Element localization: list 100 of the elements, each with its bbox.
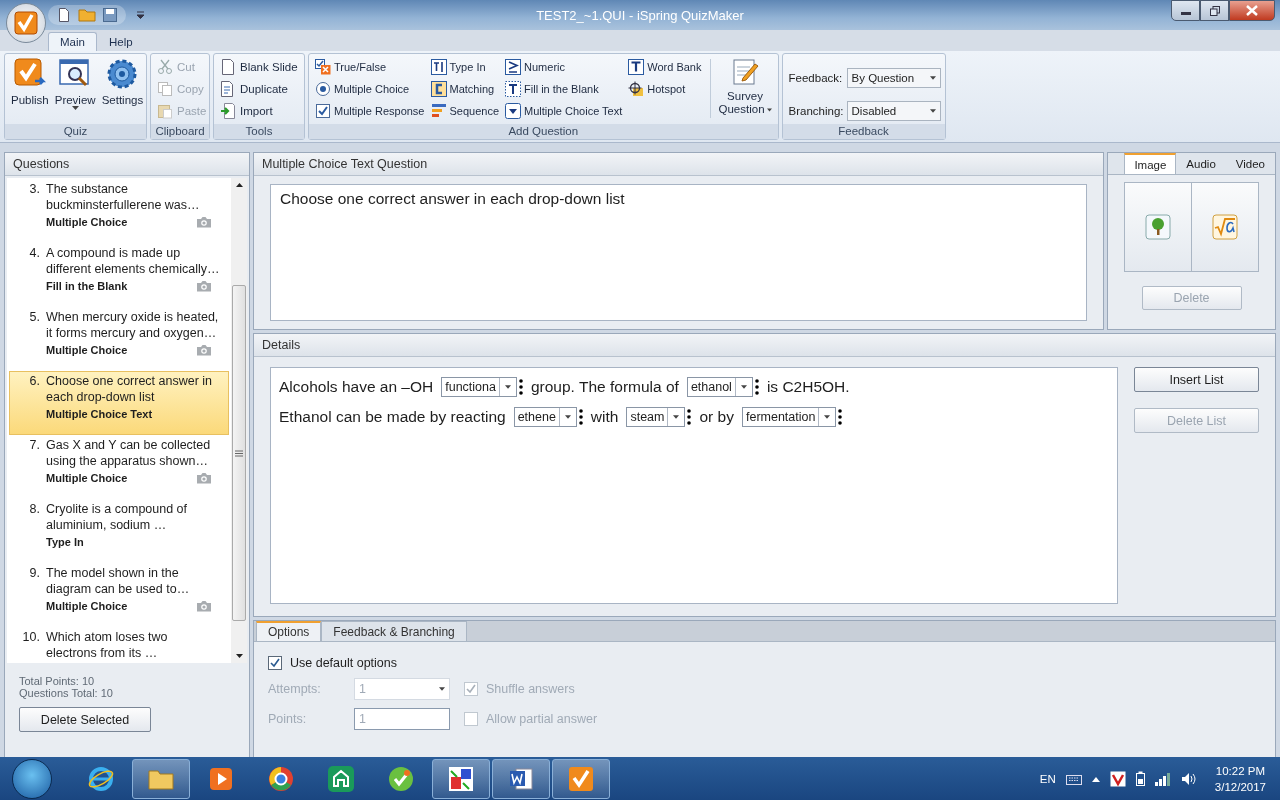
question-text-field[interactable]: Choose one correct answer in each drop-down list <box>270 184 1087 321</box>
question-list-item[interactable]: 10. Which atom loses two electrons from its … <box>9 627 229 662</box>
drag-handle-icon[interactable] <box>518 378 523 396</box>
ribbon-button[interactable]: Multiple Choice Text <box>503 101 625 120</box>
insert-list-button[interactable]: Insert List <box>1134 367 1259 392</box>
ribbon-button[interactable]: Publish <box>9 57 51 124</box>
caret-down-icon[interactable] <box>740 385 747 389</box>
restore-button[interactable] <box>1200 0 1229 21</box>
start-button[interactable] <box>12 758 52 799</box>
caret-down-icon[interactable] <box>71 106 79 110</box>
minimize-button[interactable] <box>1171 0 1200 21</box>
taskbar-icon[interactable] <box>552 758 610 799</box>
ribbon-button[interactable]: True/False <box>313 57 427 76</box>
caret-down-icon[interactable] <box>504 385 511 389</box>
scroll-down-icon[interactable] <box>235 654 243 658</box>
caret-down-icon[interactable] <box>929 109 936 114</box>
question-list-item[interactable]: 5. When mercury oxide is heated, it forms mercury and oxygen… Multiple Choice <box>9 307 229 371</box>
media-tab[interactable]: Image <box>1124 153 1177 174</box>
signal-icon[interactable] <box>1154 771 1171 786</box>
drag-handle-icon[interactable] <box>838 408 843 426</box>
text-cursor-icon <box>430 58 447 75</box>
new-document-icon[interactable] <box>56 7 72 23</box>
scroll-up-icon[interactable] <box>235 183 243 187</box>
dropdown[interactable]: Disabled <box>846 101 941 122</box>
square-root-icon <box>1212 214 1238 240</box>
question-list-item[interactable]: 7. Gas X and Y can be collected using the apparatus shown… Multiple Choice <box>9 435 229 499</box>
sentence-text: or by <box>699 408 734 426</box>
drag-handle-icon[interactable] <box>687 408 692 426</box>
survey-question-button[interactable]: Survey Question <box>716 57 774 124</box>
ribbon-button[interactable]: Multiple Response <box>313 101 427 120</box>
drag-handle-icon[interactable] <box>578 408 583 426</box>
circle-check-icon <box>387 764 415 793</box>
ribbon-button[interactable]: Preview <box>52 57 98 124</box>
taskbar-icon[interactable] <box>132 758 190 799</box>
taskbar-icon[interactable] <box>492 758 550 799</box>
scissors-icon <box>157 58 173 75</box>
answer-dropdown[interactable]: steam <box>626 407 686 427</box>
ribbon-button[interactable]: Import <box>218 101 300 120</box>
chevron-up-icon[interactable] <box>1091 775 1100 782</box>
caret-down-icon[interactable] <box>673 415 680 419</box>
taskbar-icon[interactable] <box>432 758 490 799</box>
question-list-item[interactable]: 8. Cryolite is a compound of aluminium, sodium … Type In <box>9 499 229 563</box>
ribbon-button[interactable]: Matching <box>428 79 502 98</box>
media-tab[interactable]: Video <box>1225 153 1275 174</box>
battery-icon[interactable] <box>1135 771 1145 786</box>
speaker-icon[interactable] <box>1180 771 1197 786</box>
question-list-item[interactable]: 6. Choose one correct answer in each drop-down list Multiple Choice Text <box>9 371 229 435</box>
caret-down-icon[interactable] <box>824 415 831 419</box>
clock[interactable]: 10:22 PM 3/12/2017 <box>1214 762 1266 795</box>
grip-icon[interactable] <box>235 449 243 457</box>
caret-down-icon[interactable] <box>929 75 936 80</box>
dropdown[interactable]: By Question <box>846 67 941 88</box>
ribbon-button[interactable]: Blank Slide <box>218 57 300 76</box>
checkmark-logo-icon[interactable] <box>1109 770 1126 787</box>
ribbon-button[interactable]: Fill in the Blank <box>503 79 625 98</box>
window-title: TEST2_~1.QUI - iSpring QuizMaker <box>536 7 744 23</box>
scrollbar[interactable] <box>231 178 247 663</box>
answer-dropdown[interactable]: ethene <box>513 407 577 427</box>
caret-down-icon[interactable] <box>564 415 571 419</box>
drag-handle-icon[interactable] <box>754 378 759 396</box>
bars-icon <box>430 102 447 119</box>
ribbon-tab[interactable]: Main <box>48 32 97 51</box>
house-icon <box>327 764 355 793</box>
app-menu-button[interactable] <box>6 3 46 43</box>
delete-selected-button[interactable]: Delete Selected <box>19 707 151 732</box>
answer-dropdown[interactable]: functiona <box>441 377 517 397</box>
panel-header: Details <box>254 334 1275 357</box>
checkbox[interactable] <box>268 656 282 670</box>
answer-dropdown[interactable]: fermentation <box>741 407 837 427</box>
ribbon-button[interactable]: Duplicate <box>218 79 300 98</box>
ribbon-tab[interactable]: Help <box>96 32 145 51</box>
ribbon-button[interactable]: Word Bank <box>626 57 704 76</box>
camera-icon <box>196 472 212 484</box>
caret-down-icon[interactable] <box>766 107 772 112</box>
media-tab[interactable]: Audio <box>1176 153 1226 174</box>
page-icon <box>220 57 236 76</box>
greater-equal-icon <box>505 58 522 75</box>
ribbon-button[interactable]: Numeric <box>503 57 625 76</box>
ribbon-button[interactable]: Type In <box>428 57 502 76</box>
checkbox-label: Use default options <box>290 656 397 670</box>
group-label: Feedback <box>782 124 945 139</box>
question-list-item[interactable]: 4. A compound is made up different elements chemically… Fill in the Blank <box>9 243 229 307</box>
caret-icon[interactable] <box>136 11 145 19</box>
question-list-item[interactable]: 3. The substance buckminsterfullerene was… Multiple Choice <box>9 179 229 243</box>
ribbon-button[interactable]: Multiple Choice <box>313 79 427 98</box>
question-list-item[interactable]: 9. The model shown in the diagram can be used to… Multiple Choice <box>9 563 229 627</box>
paste-icon <box>157 102 173 119</box>
field-label: Branching: <box>788 105 844 118</box>
answer-dropdown[interactable]: ethanol <box>686 377 753 397</box>
language-indicator[interactable]: EN <box>1039 772 1056 785</box>
ribbon-button[interactable]: Hotspot <box>626 79 704 98</box>
close-button[interactable] <box>1229 0 1275 21</box>
field-label: Attempts: <box>268 682 322 696</box>
options-tab[interactable]: Feedback & Branching <box>321 621 467 641</box>
keyboard-icon[interactable] <box>1065 772 1082 785</box>
save-icon[interactable] <box>102 7 118 23</box>
sentence-text: Ethanol can be made by reacting <box>279 408 506 426</box>
ribbon-button[interactable]: Sequence <box>428 101 502 120</box>
ribbon-button[interactable]: Settings <box>99 57 146 124</box>
options-tab[interactable]: Options <box>256 621 322 641</box>
